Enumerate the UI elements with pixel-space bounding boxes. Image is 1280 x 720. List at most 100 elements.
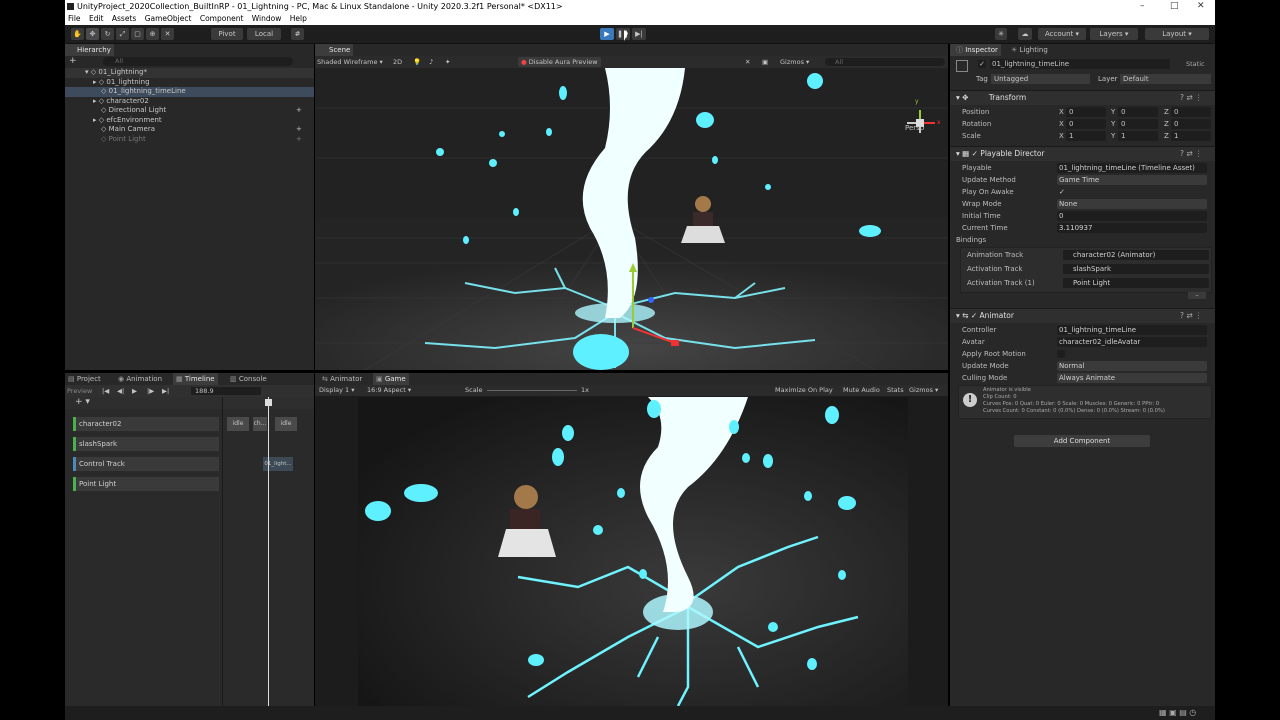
hierarchy-item[interactable]: ◇ Main Camera +	[65, 125, 314, 135]
hierarchy-item-disabled[interactable]: ◇ Point Light +	[65, 135, 314, 145]
grid-snap-icon[interactable]: #	[291, 28, 304, 40]
menu-gameobject[interactable]: GameObject	[145, 14, 192, 23]
maximize-button[interactable]: □	[1170, 0, 1179, 13]
transform-tool-icon[interactable]: ⊕	[146, 28, 159, 40]
close-button[interactable]: ✕	[1197, 0, 1205, 13]
scene-viewport[interactable]: y x	[315, 68, 948, 370]
pivot-toggle[interactable]: Pivot	[211, 28, 243, 40]
hierarchy-item[interactable]: ▸ ◇ character02	[65, 97, 314, 107]
scene-view-panel[interactable]: Scene Shaded Wireframe ▾ 2D 💡 ♪ ✦ ● Disa…	[315, 44, 948, 370]
add-component-button[interactable]: Add Component	[1014, 435, 1150, 447]
layer-dropdown[interactable]: Default	[1120, 74, 1211, 84]
hierarchy-item[interactable]: ▸ ◇ efcEnvironment	[65, 116, 314, 126]
pd-initial-time-field[interactable]	[1057, 211, 1207, 221]
object-name-field[interactable]: 01_lightning_timeLine	[990, 59, 1170, 69]
menu-help[interactable]: Help	[290, 14, 307, 23]
timeline-clip[interactable]: idle	[227, 417, 249, 431]
hierarchy-item[interactable]: ◇ Directional Light +	[65, 106, 314, 116]
hand-tool-icon[interactable]: ✋	[71, 28, 84, 40]
layers-dropdown[interactable]: Layers ▾	[1090, 28, 1138, 40]
local-toggle[interactable]: Local	[247, 28, 281, 40]
tab-game[interactable]: ▣ Game	[373, 373, 409, 385]
menu-component[interactable]: Component	[200, 14, 244, 23]
tab-animator[interactable]: ⇆ Animator	[319, 373, 365, 385]
menu-file[interactable]: File	[68, 14, 81, 23]
playable-director-header[interactable]: ▾ ▦ ✓ Playable Director? ⇄ ⋮	[950, 146, 1215, 161]
cloud-icon[interactable]: ☁	[1018, 28, 1032, 40]
hierarchy-item-selected[interactable]: ◇ 01_lightning_timeLine	[65, 87, 314, 97]
aspect-dropdown[interactable]: 16:9 Aspect ▾	[367, 385, 411, 396]
rect-tool-icon[interactable]: ▢	[131, 28, 144, 40]
timeline-play-icon[interactable]: ▶	[132, 385, 137, 397]
lighting-toggle-icon[interactable]: 💡	[413, 56, 421, 68]
add-track-button[interactable]: + ▾	[75, 397, 90, 407]
animator-component-header[interactable]: ▾ ⇆ ✓ Animator? ⇄ ⋮	[950, 308, 1215, 323]
tab-hierarchy[interactable]: Hierarchy	[65, 44, 114, 56]
game-gizmos-dropdown[interactable]: Gizmos ▾	[909, 385, 938, 396]
pd-wrap-mode-dropdown[interactable]	[1057, 199, 1207, 209]
minimize-button[interactable]: –	[1140, 0, 1145, 13]
menu-window[interactable]: Window	[252, 14, 282, 23]
tools-icon[interactable]: ✕	[745, 56, 750, 68]
gizmos-dropdown[interactable]: Gizmos ▾	[780, 56, 809, 68]
scale-tool-icon[interactable]: ⤢	[116, 28, 129, 40]
remove-binding-button[interactable]: –	[1188, 292, 1206, 299]
mute-audio-toggle[interactable]: Mute Audio	[843, 385, 880, 396]
transform-component-header[interactable]: ▾ ✥ Transform? ⇄ ⋮	[950, 90, 1215, 105]
persp-label[interactable]: Persp	[905, 124, 924, 132]
previous-frame-icon[interactable]: ◀|	[117, 385, 124, 397]
layout-dropdown[interactable]: Layout ▾	[1145, 28, 1209, 40]
go-to-start-icon[interactable]: |◀	[102, 385, 109, 397]
maximize-on-play-toggle[interactable]: Maximize On Play	[775, 385, 833, 396]
preview-toggle[interactable]: Preview	[67, 385, 92, 397]
pd-bindings-row[interactable]: Bindings	[950, 234, 1215, 246]
hierarchy-search-input[interactable]: All	[103, 57, 293, 66]
timeline-track[interactable]: Point Light	[73, 477, 219, 491]
scale-slider[interactable]	[487, 390, 577, 391]
shading-mode-dropdown[interactable]: Shaded Wireframe ▾	[317, 56, 383, 68]
next-frame-icon[interactable]: |▶	[147, 385, 154, 397]
camera-icon[interactable]: ▣	[762, 56, 768, 68]
tab-lighting[interactable]: ☀ Lighting	[1008, 44, 1051, 56]
effects-toggle-icon[interactable]: ✦	[445, 56, 450, 68]
pd-play-on-awake-checkbox[interactable]: ✓	[1059, 186, 1065, 198]
2d-toggle[interactable]: 2D	[393, 56, 402, 68]
status-icons[interactable]: ▦ ▣ ▤ ◷	[1159, 708, 1196, 717]
game-viewport[interactable]	[358, 397, 908, 706]
timeline-clip[interactable]: idle	[275, 417, 297, 431]
timeline-track[interactable]: slashSpark	[73, 437, 219, 451]
tag-dropdown[interactable]: Untagged	[991, 74, 1090, 84]
tab-scene[interactable]: Scene	[315, 44, 354, 56]
stats-toggle[interactable]: Stats	[887, 385, 904, 396]
audio-toggle-icon[interactable]: ♪	[429, 56, 433, 68]
tab-inspector[interactable]: ⓘ Inspector	[950, 44, 1001, 56]
go-to-end-icon[interactable]: ▶|	[162, 385, 169, 397]
rotate-tool-icon[interactable]: ↻	[101, 28, 114, 40]
display-dropdown[interactable]: Display 1 ▾	[319, 385, 355, 396]
scene-search-input[interactable]: All	[825, 58, 945, 66]
account-dropdown[interactable]: Account ▾	[1038, 28, 1086, 40]
tab-animation[interactable]: ◉ Animation	[115, 373, 165, 385]
collab-icon[interactable]: ✳	[995, 28, 1007, 40]
aura-preview-button[interactable]: ● Disable Aura Preview	[518, 57, 601, 67]
menu-edit[interactable]: Edit	[89, 14, 104, 23]
static-toggle[interactable]: Static	[1186, 60, 1205, 68]
active-checkbox[interactable]: ✓	[978, 60, 986, 68]
custom-tool-icon[interactable]: ✕	[161, 28, 174, 40]
hierarchy-scene-root[interactable]: ▾ ◇ 01_Lightning*	[65, 68, 314, 78]
tab-console[interactable]: ▥ Console	[227, 373, 270, 385]
game-view-panel[interactable]: ⇆ Animator ▣ Game Display 1 ▾ 16:9 Aspec…	[315, 373, 948, 706]
menu-assets[interactable]: Assets	[112, 14, 136, 23]
hierarchy-item[interactable]: ▸ ◇ 01_lightning	[65, 78, 314, 88]
move-tool-icon[interactable]: ✥	[86, 28, 99, 40]
play-button[interactable]: ▶	[600, 28, 614, 40]
timeline-clip[interactable]: ch...	[253, 417, 267, 431]
timeline-track[interactable]: character02	[73, 417, 219, 431]
timeline-track[interactable]: Control Track	[73, 457, 219, 471]
apply-root-motion-checkbox[interactable]	[1057, 350, 1065, 358]
tab-project[interactable]: ▤ Project	[65, 373, 104, 385]
add-object-button[interactable]: + ▾	[69, 56, 81, 76]
frame-field[interactable]: 188.9	[191, 387, 261, 395]
step-button[interactable]: ▶|	[632, 28, 646, 40]
tab-timeline[interactable]: ▦ Timeline	[173, 373, 218, 385]
